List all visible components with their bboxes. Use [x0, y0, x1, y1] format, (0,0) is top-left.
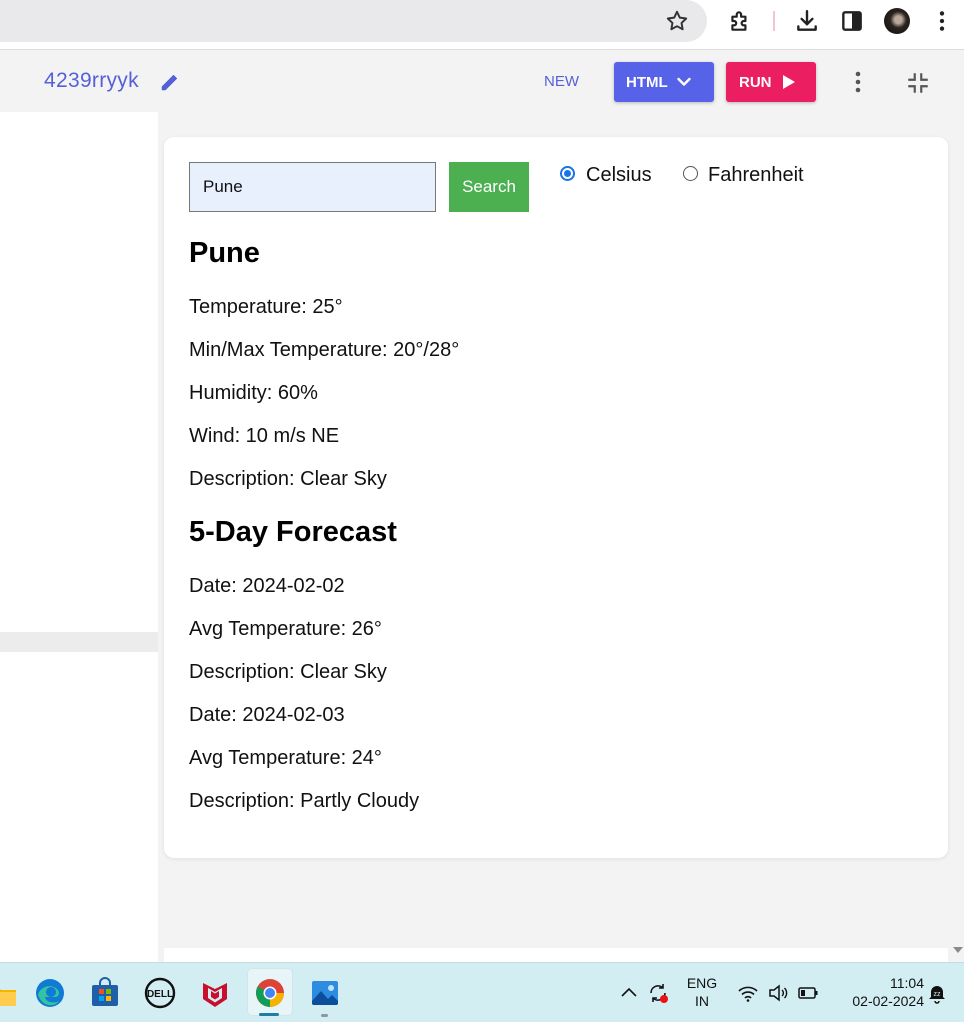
wind: Wind: 10 m/s NE	[189, 425, 340, 447]
download-icon[interactable]	[794, 8, 820, 34]
humidity: Humidity: 60%	[189, 382, 318, 404]
chrome-icon[interactable]	[254, 977, 286, 1009]
bookmark-star-icon[interactable]	[664, 8, 690, 34]
forecast-description: Description: Clear Sky	[189, 661, 387, 683]
preview-bottom-strip	[164, 948, 948, 962]
city-search-input[interactable]	[189, 162, 436, 212]
weather-card: Search Celsius Fahrenheit Pune Temperatu…	[164, 137, 948, 858]
forecast-avg-temperature: Avg Temperature: 24°	[189, 747, 382, 769]
secondary-editor-panel[interactable]	[0, 652, 158, 962]
project-title[interactable]: 4239rryyk	[44, 69, 139, 93]
html-button-label: HTML	[626, 73, 668, 91]
mcafee-icon[interactable]	[199, 977, 231, 1009]
chevron-up-icon[interactable]	[618, 982, 640, 1004]
forecast-heading: 5-Day Forecast	[189, 516, 397, 548]
address-bar[interactable]	[0, 0, 707, 42]
file-explorer-icon[interactable]	[0, 979, 18, 1011]
region-code: IN	[695, 993, 709, 1009]
forecast-date: Date: 2024-02-02	[189, 575, 345, 597]
edit-pencil-icon[interactable]	[158, 70, 182, 94]
browser-toolbar	[0, 0, 964, 50]
city-heading: Pune	[189, 237, 260, 269]
chrome-menu-icon[interactable]	[929, 8, 955, 34]
fahrenheit-label[interactable]: Fahrenheit	[708, 164, 804, 187]
current-temperature: Temperature: 25°	[189, 296, 343, 318]
chrome-running-indicator	[259, 1013, 279, 1016]
language-indicator[interactable]: ENG IN	[684, 975, 720, 1009]
collapse-icon[interactable]	[905, 70, 931, 96]
new-button[interactable]: NEW	[544, 73, 579, 90]
dell-icon[interactable]: DELL	[144, 977, 176, 1009]
forecast-description: Description: Partly Cloudy	[189, 790, 420, 812]
photos-icon[interactable]	[309, 977, 341, 1009]
chevron-down-icon	[676, 77, 691, 86]
scroll-down-arrow-icon[interactable]	[953, 947, 963, 953]
clock-date: 02-02-2024	[852, 993, 924, 1009]
run-button-label: RUN	[739, 73, 772, 91]
code-editor-panel[interactable]	[0, 112, 158, 632]
more-options-icon[interactable]	[846, 69, 870, 95]
language-code: ENG	[686, 975, 718, 991]
current-description: Description: Clear Sky	[189, 468, 387, 490]
microsoft-store-icon[interactable]	[89, 977, 121, 1009]
forecast-date: Date: 2024-02-03	[189, 704, 345, 726]
clock[interactable]: 11:04 02-02-2024	[832, 975, 924, 1009]
profile-avatar[interactable]	[884, 8, 910, 34]
svg-text:DELL: DELL	[147, 989, 173, 1000]
celsius-label[interactable]: Celsius	[586, 164, 652, 187]
extensions-icon[interactable]	[727, 8, 753, 34]
clock-time: 11:04	[890, 975, 924, 991]
celsius-radio[interactable]	[560, 166, 575, 181]
volume-icon[interactable]	[767, 982, 789, 1004]
edge-icon[interactable]	[34, 977, 66, 1009]
photos-running-indicator	[321, 1014, 328, 1017]
play-icon	[782, 75, 795, 89]
forecast-avg-temperature: Avg Temperature: 26°	[189, 618, 382, 640]
battery-icon[interactable]	[797, 982, 819, 1004]
wifi-icon[interactable]	[737, 982, 759, 1004]
run-button[interactable]: RUN	[726, 62, 816, 102]
min-max-temperature: Min/Max Temperature: 20°/28°	[189, 339, 460, 361]
taskbar: DELL ENG IN 11:04 02-02-2024 zz	[0, 962, 964, 1022]
fahrenheit-radio[interactable]	[683, 166, 698, 181]
toolbar-divider	[773, 11, 775, 31]
panel-divider[interactable]	[0, 632, 158, 652]
search-button[interactable]: Search	[449, 162, 529, 212]
svg-text:zz: zz	[934, 991, 942, 998]
sync-icon[interactable]	[647, 982, 669, 1004]
editor-toolbar: 4239rryyk NEW HTML RUN	[0, 51, 964, 112]
html-dropdown-button[interactable]: HTML	[614, 62, 714, 102]
side-panel-icon[interactable]	[839, 8, 865, 34]
notification-bell-icon[interactable]: zz	[926, 982, 948, 1004]
